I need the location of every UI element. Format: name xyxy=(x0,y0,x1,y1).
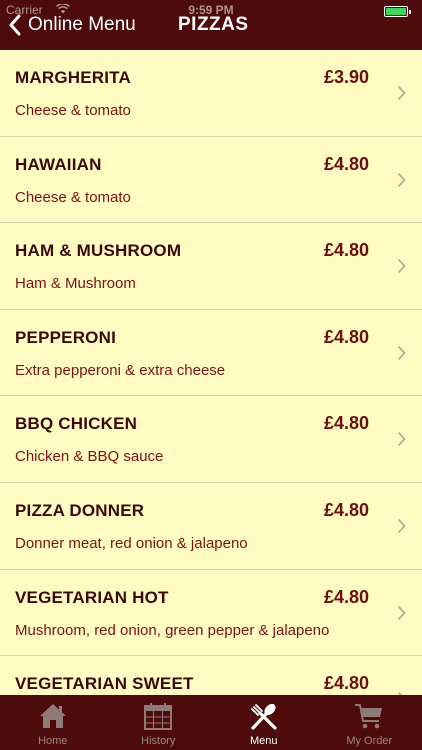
chevron-right-icon xyxy=(397,259,406,274)
menu-item[interactable]: PEPPERONI £4.80 Extra pepperoni & extra … xyxy=(0,310,422,397)
page-title: PIZZAS xyxy=(178,14,249,35)
menu-item[interactable]: VEGETARIAN SWEET £4.80 xyxy=(0,656,422,695)
chevron-left-icon xyxy=(9,14,21,36)
item-name: HAWAIIAN xyxy=(15,154,102,174)
back-label: Online Menu xyxy=(28,14,136,35)
fork-spoon-icon xyxy=(250,703,277,730)
item-name: PIZZA DONNER xyxy=(15,500,145,520)
chevron-right-icon xyxy=(397,85,406,101)
menu-list[interactable]: MARGHERITA £3.90 Cheese & tomato HAWAIIA… xyxy=(0,50,422,695)
chevron-right-icon xyxy=(397,432,406,447)
back-button[interactable]: Online Menu xyxy=(8,11,136,39)
menu-item[interactable]: VEGETARIAN HOT £4.80 Mushroom, red onion… xyxy=(0,570,422,657)
item-name: VEGETARIAN HOT xyxy=(15,587,169,607)
tab-label: Menu xyxy=(249,735,278,747)
item-description: Chicken & BBQ sauce xyxy=(15,448,164,466)
item-description: Cheese & tomato xyxy=(15,102,131,119)
item-price: £4.80 xyxy=(323,499,369,520)
menu-item[interactable]: HAWAIIAN £4.80 Cheese & tomato xyxy=(0,137,422,224)
chevron-right-icon xyxy=(397,605,406,620)
tab-history[interactable]: History xyxy=(106,695,212,750)
home-icon xyxy=(39,704,66,728)
tab-my-order[interactable]: My Order xyxy=(317,695,422,750)
item-description: Cheese & tomato xyxy=(15,188,131,206)
cart-icon xyxy=(355,704,383,729)
menu-item[interactable]: MARGHERITA £3.90 Cheese & tomato xyxy=(0,50,422,137)
item-name: VEGETARIAN SWEET xyxy=(15,674,194,694)
calendar-icon xyxy=(144,703,173,730)
item-price: £3.90 xyxy=(323,67,369,87)
tab-label: Home xyxy=(38,735,68,747)
item-price: £4.80 xyxy=(323,673,369,694)
tab-menu[interactable]: Menu xyxy=(211,695,317,750)
menu-item[interactable]: BBQ CHICKEN £4.80 Chicken & BBQ sauce xyxy=(0,396,422,483)
item-description: Mushroom, red onion, green pepper & jala… xyxy=(15,621,330,639)
item-description: Extra pepperoni & extra cheese xyxy=(15,361,226,379)
menu-item[interactable]: HAM & MUSHROOM £4.80 Ham & Mushroom xyxy=(0,223,422,310)
item-description: Donner meat, red onion & jalapeno xyxy=(15,534,248,552)
item-name: MARGHERITA xyxy=(15,68,131,87)
menu-item[interactable]: PIZZA DONNER £4.80 Donner meat, red onio… xyxy=(0,483,422,570)
item-description: Ham & Mushroom xyxy=(15,275,136,293)
chevron-right-icon xyxy=(397,345,406,360)
item-name: PEPPERONI xyxy=(15,327,116,347)
item-price: £4.80 xyxy=(323,153,369,174)
tab-bar: Home History Menu My Order xyxy=(0,695,422,750)
item-name: BBQ CHICKEN xyxy=(15,414,138,434)
item-price: £4.80 xyxy=(323,413,369,434)
item-price: £4.80 xyxy=(323,586,369,607)
chevron-right-icon xyxy=(397,518,406,534)
tab-label: History xyxy=(141,735,176,747)
item-price: £4.80 xyxy=(323,240,369,261)
nav-header: Carrier 9:59 PM Online Menu PIZZAS xyxy=(0,0,422,50)
item-price: £4.80 xyxy=(323,326,369,347)
item-name: HAM & MUSHROOM xyxy=(15,241,182,261)
chevron-right-icon xyxy=(397,172,406,187)
battery-icon xyxy=(384,6,411,17)
tab-home[interactable]: Home xyxy=(0,695,106,750)
tab-label: My Order xyxy=(346,735,393,747)
